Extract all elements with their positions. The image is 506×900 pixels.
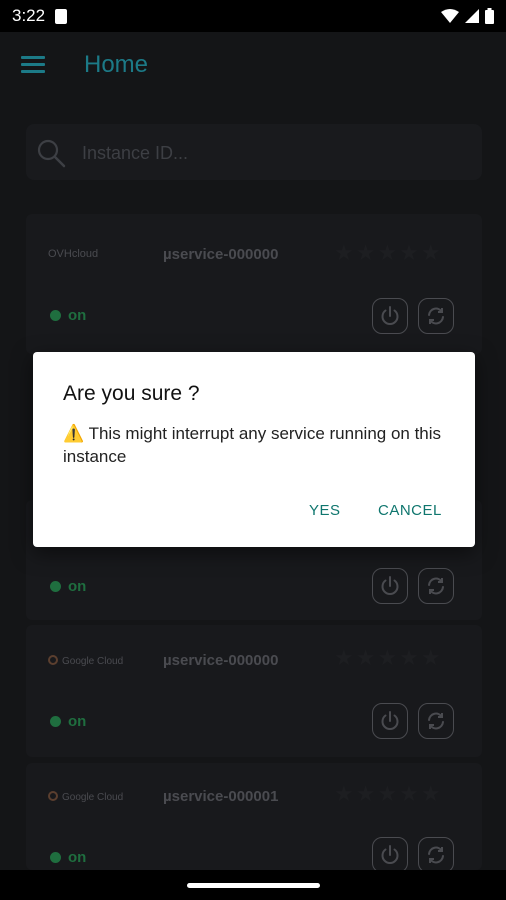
dialog-title: Are you sure ? xyxy=(63,382,200,405)
service-name: µservice-000001 xyxy=(163,788,279,805)
power-button[interactable] xyxy=(372,298,408,334)
power-icon xyxy=(381,711,399,730)
status-dot xyxy=(50,310,61,321)
restart-icon xyxy=(428,307,444,325)
yes-button[interactable]: YES xyxy=(309,502,341,519)
restart-button[interactable] xyxy=(418,837,454,873)
restart-button[interactable] xyxy=(418,703,454,739)
provider-name: Google Cloud xyxy=(62,656,124,667)
status-dot xyxy=(50,852,61,863)
dialog-message: ⚠️ This might interrupt any service runn… xyxy=(63,422,453,468)
status-label: on xyxy=(68,713,87,730)
provider-name: OVHcloud xyxy=(48,248,99,260)
provider-logo: Google Cloud xyxy=(48,791,123,803)
app-bar: Home xyxy=(0,32,506,100)
confirm-dialog: Are you sure ? ⚠️ This might interrupt a… xyxy=(33,352,475,547)
cancel-button[interactable]: CANCEL xyxy=(378,502,442,519)
status-indicator: on xyxy=(50,713,86,730)
instance-card[interactable]: Google Cloud µservice-000001 ★★★★★ on xyxy=(26,763,482,873)
status-bar: 3:22 xyxy=(0,0,506,32)
instance-card[interactable]: Google Cloud µservice-000000 ★★★★★ on xyxy=(26,625,482,757)
status-label: on xyxy=(68,578,87,595)
restart-icon xyxy=(428,846,444,864)
restart-button[interactable] xyxy=(418,568,454,604)
dialog-message-text: This might interrupt any service running… xyxy=(63,424,442,466)
search-icon xyxy=(37,139,66,168)
system-nav-bar xyxy=(0,870,506,900)
provider-logo: Google Cloud xyxy=(48,655,123,667)
home-gesture-handle[interactable] xyxy=(187,883,320,888)
status-label: on xyxy=(68,307,87,324)
status-indicator: on xyxy=(50,578,86,595)
provider-name: Google Cloud xyxy=(62,792,124,803)
power-button[interactable] xyxy=(372,568,408,604)
sd-card-icon xyxy=(55,8,68,24)
restart-button[interactable] xyxy=(418,298,454,334)
wifi-icon xyxy=(441,9,459,23)
battery-icon xyxy=(485,8,494,24)
menu-icon[interactable] xyxy=(21,56,45,74)
status-time: 3:22 xyxy=(12,6,46,25)
search-bar xyxy=(26,124,482,180)
rating-stars: ★★★★★ xyxy=(334,240,443,265)
service-name: µservice-000000 xyxy=(163,246,279,263)
service-name: µservice-000000 xyxy=(163,652,279,669)
status-indicator: on xyxy=(50,307,86,324)
status-indicator: on xyxy=(50,849,86,866)
provider-logo: OVHcloud xyxy=(48,248,98,260)
power-icon xyxy=(381,845,399,864)
status-dot xyxy=(50,716,61,727)
status-label: on xyxy=(68,849,87,866)
rating-stars: ★★★★★ xyxy=(334,781,443,806)
status-dot xyxy=(50,581,61,592)
restart-icon xyxy=(428,577,444,595)
instance-card[interactable]: OVHcloud µservice-000000 ★★★★★ on xyxy=(26,214,482,354)
power-button[interactable] xyxy=(372,837,408,873)
rating-stars: ★★★★★ xyxy=(334,645,443,670)
google-cloud-icon xyxy=(48,655,58,665)
power-icon xyxy=(381,576,399,595)
search-input[interactable] xyxy=(80,138,464,168)
warning-icon: ⚠️ xyxy=(63,424,85,443)
restart-icon xyxy=(428,712,444,730)
page-title: Home xyxy=(84,51,149,78)
power-button[interactable] xyxy=(372,703,408,739)
power-icon xyxy=(381,306,399,325)
google-cloud-icon xyxy=(48,791,58,801)
signal-icon xyxy=(465,9,479,23)
